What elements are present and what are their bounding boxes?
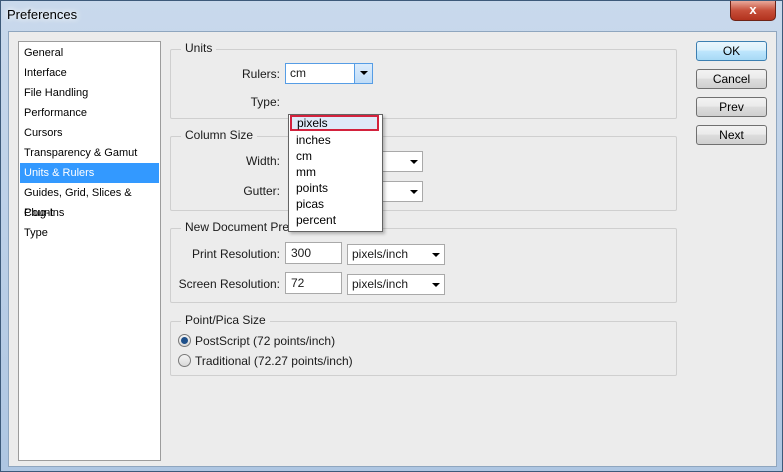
screen-resolution-value: 72: [291, 276, 305, 290]
chevron-down-icon: [432, 253, 440, 257]
rulers-option-inches[interactable]: inches: [290, 132, 379, 148]
rulers-select-value: cm: [290, 66, 306, 80]
rulers-option-mm[interactable]: mm: [290, 164, 379, 180]
preferences-window: Preferences x General Interface File Han…: [0, 0, 783, 472]
sidebar-item-transparency-gamut[interactable]: Transparency & Gamut: [20, 143, 159, 163]
units-group-title: Units: [181, 41, 217, 55]
rulers-option-points[interactable]: points: [290, 180, 379, 196]
screen-resolution-input[interactable]: 72: [285, 272, 342, 294]
chevron-down-icon: [410, 190, 418, 194]
rulers-option-pixels[interactable]: pixels: [290, 115, 379, 131]
dialog-client-area: General Interface File Handling Performa…: [8, 31, 777, 467]
rulers-label: Rulers:: [241, 67, 280, 81]
sidebar-item-interface[interactable]: Interface: [20, 63, 159, 83]
title-bar[interactable]: Preferences x: [1, 1, 782, 31]
ok-button[interactable]: OK: [696, 41, 767, 61]
postscript-radio[interactable]: [178, 334, 191, 347]
point-pica-group-title: Point/Pica Size: [181, 313, 270, 327]
sidebar-item-file-handling[interactable]: File Handling: [20, 83, 159, 103]
traditional-label[interactable]: Traditional (72.27 points/inch): [195, 354, 353, 368]
print-resolution-label: Print Resolution:: [191, 247, 280, 261]
sidebar-item-plug-ins[interactable]: Plug-Ins: [20, 203, 159, 223]
rulers-option-cm[interactable]: cm: [290, 148, 379, 164]
category-list[interactable]: General Interface File Handling Performa…: [18, 41, 161, 461]
close-button[interactable]: x: [730, 1, 776, 21]
screen-resolution-label: Screen Resolution:: [178, 277, 280, 291]
screen-resolution-unit-value: pixels/inch: [352, 277, 409, 291]
print-resolution-input[interactable]: 300: [285, 242, 342, 264]
chevron-down-icon: [360, 71, 368, 75]
screen-resolution-unit-select[interactable]: pixels/inch: [347, 274, 445, 295]
width-label: Width:: [245, 154, 280, 168]
window-title: Preferences: [7, 7, 78, 22]
chevron-down-icon: [432, 283, 440, 287]
rulers-dropdown-list[interactable]: pixels inches cm mm points picas percent: [288, 114, 383, 232]
next-button[interactable]: Next: [696, 125, 767, 145]
traditional-radio[interactable]: [178, 354, 191, 367]
column-size-group-title: Column Size: [181, 128, 258, 142]
sidebar-item-units-rulers[interactable]: Units & Rulers: [20, 163, 159, 183]
sidebar-item-type[interactable]: Type: [20, 223, 159, 243]
postscript-label[interactable]: PostScript (72 points/inch): [195, 334, 335, 348]
close-icon: x: [749, 2, 757, 17]
rulers-option-picas[interactable]: picas: [290, 196, 379, 212]
column-size-group: Column Size: [170, 128, 677, 211]
rulers-select-button[interactable]: [354, 64, 372, 83]
print-resolution-unit-select[interactable]: pixels/inch: [347, 244, 445, 265]
chevron-down-icon: [410, 160, 418, 164]
print-resolution-value: 300: [291, 246, 312, 260]
gutter-label: Gutter:: [243, 184, 280, 198]
print-resolution-unit-value: pixels/inch: [352, 247, 409, 261]
sidebar-item-guides-grid-slices[interactable]: Guides, Grid, Slices & Count: [20, 183, 159, 219]
rulers-option-percent[interactable]: percent: [290, 212, 379, 228]
rulers-select[interactable]: cm: [285, 63, 373, 84]
type-label: Type:: [250, 95, 280, 109]
sidebar-item-cursors[interactable]: Cursors: [20, 123, 159, 143]
sidebar-item-performance[interactable]: Performance: [20, 103, 159, 123]
cancel-button[interactable]: Cancel: [696, 69, 767, 89]
prev-button[interactable]: Prev: [696, 97, 767, 117]
sidebar-item-general[interactable]: General: [20, 43, 159, 63]
